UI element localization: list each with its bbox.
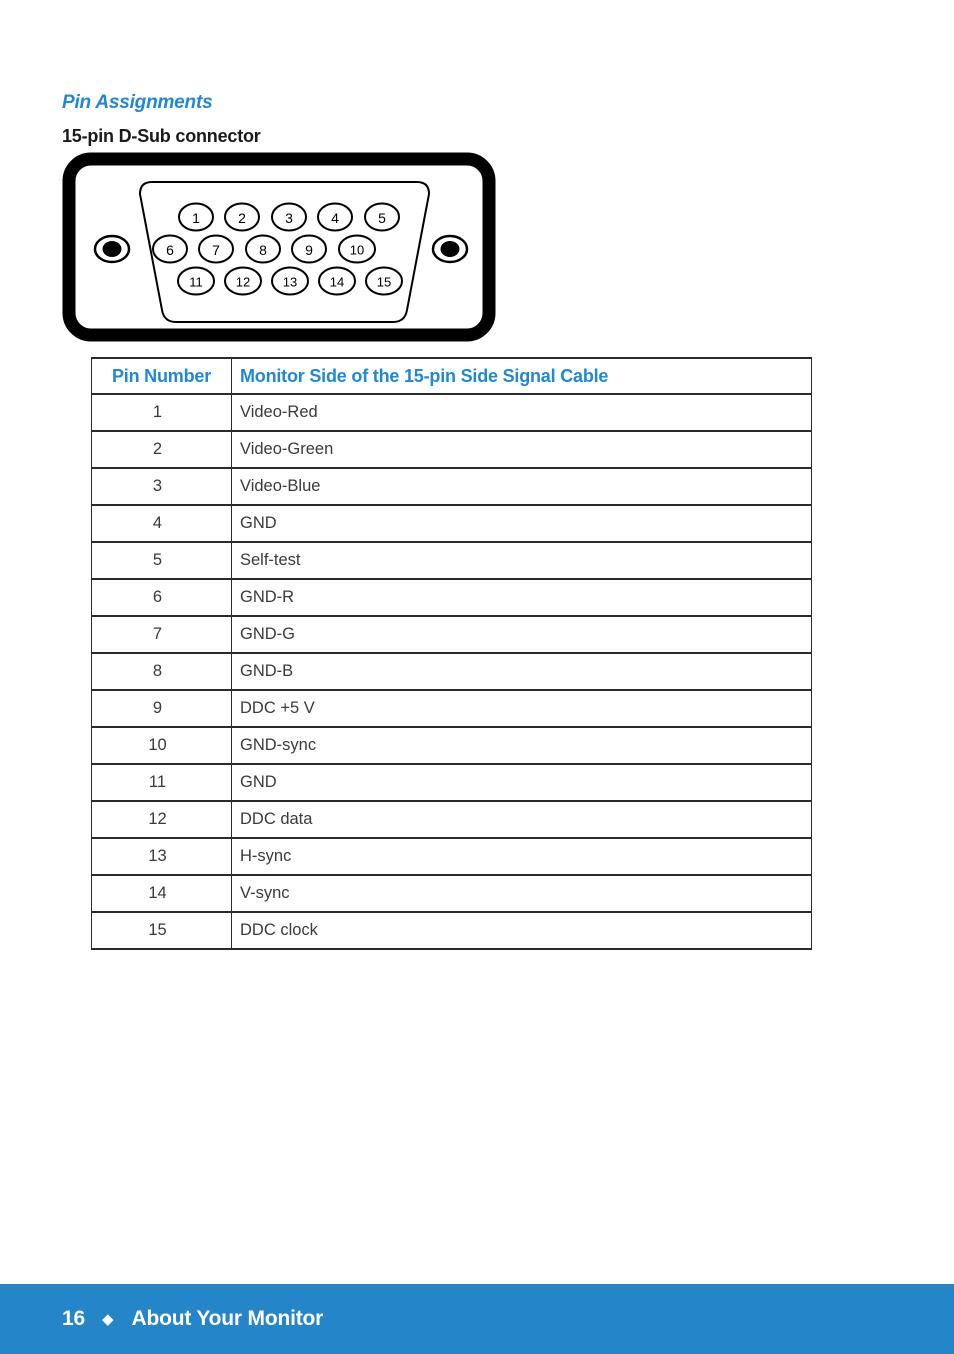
cell-signal-name: H-sync [231,837,812,876]
screw-hole-left [93,234,131,264]
table-row: 3 Video-Blue [91,467,812,506]
pin-14-label: 14 [330,275,344,290]
cell-signal-name: DDC data [231,800,812,839]
diamond-icon: ◆ [101,1310,114,1328]
dsub-connector-diagram: 1 2 3 4 5 6 7 8 9 10 11 12 13 14 15 [62,152,502,342]
cell-pin-number: 1 [91,393,232,432]
table-row: 2 Video-Green [91,430,812,469]
pin-15-label: 15 [377,275,391,290]
cell-pin-number: 3 [91,467,232,506]
pin-6-label: 6 [166,242,174,258]
cell-signal-name: DDC clock [231,911,812,950]
cell-pin-number: 13 [91,837,232,876]
pin-9-label: 9 [305,242,313,258]
table-row: 10 GND-sync [91,726,812,765]
table-row: 11 GND [91,763,812,802]
table-row: 14 V-sync [91,874,812,913]
pin-7-label: 7 [212,242,220,258]
pin-10-label: 10 [350,243,364,258]
cell-pin-number: 7 [91,615,232,654]
pin-4-label: 4 [331,210,339,226]
table-row: 7 GND-G [91,615,812,654]
pin-9: 9 [291,234,327,264]
footer-page-number: 16 [62,1307,85,1330]
cell-signal-name: GND-R [231,578,812,617]
pin-5-label: 5 [378,210,386,226]
pin-15: 15 [365,266,403,296]
cell-signal-name: GND [231,763,812,802]
table-row: 6 GND-R [91,578,812,617]
pin-13-label: 13 [283,275,297,290]
table-row: 15 DDC clock [91,911,812,950]
pin-12: 12 [224,266,262,296]
pin-8-label: 8 [259,242,267,258]
footer-section-title: About Your Monitor [131,1307,324,1330]
cell-pin-number: 6 [91,578,232,617]
pin-2-label: 2 [238,210,246,226]
cell-pin-number: 14 [91,874,232,913]
cell-signal-name: Self-test [231,541,812,580]
cell-signal-name: Video-Green [231,430,812,469]
table-header-row: Pin Number Monitor Side of the 15-pin Si… [91,357,812,395]
pin-7: 7 [198,234,234,264]
table-row: 8 GND-B [91,652,812,691]
cell-pin-number: 2 [91,430,232,469]
column-header-signal: Monitor Side of the 15-pin Side Signal C… [231,357,812,395]
cell-signal-name: GND-G [231,615,812,654]
pin-14: 14 [318,266,356,296]
cell-pin-number: 8 [91,652,232,691]
column-header-pin-number: Pin Number [91,357,232,395]
cell-pin-number: 9 [91,689,232,728]
cell-signal-name: GND-sync [231,726,812,765]
table-row: 9 DDC +5 V [91,689,812,728]
screw-hole-right [431,234,469,264]
cell-signal-name: Video-Blue [231,467,812,506]
cell-signal-name: GND [231,504,812,543]
table-row: 12 DDC data [91,800,812,839]
cell-pin-number: 12 [91,800,232,839]
pin-13: 13 [271,266,309,296]
page-footer: 16 ◆ About Your Monitor [0,1284,954,1354]
cell-signal-name: Video-Red [231,393,812,432]
cell-pin-number: 10 [91,726,232,765]
table-row: 4 GND [91,504,812,543]
page-title: Pin Assignments [62,92,213,113]
pin-3: 3 [271,202,307,232]
table-row: 1 Video-Red [91,393,812,432]
cell-pin-number: 11 [91,763,232,802]
pin-4: 4 [317,202,353,232]
pin-8: 8 [245,234,281,264]
pin-2: 2 [224,202,260,232]
pin-10: 10 [338,234,376,264]
pin-11: 11 [177,266,215,296]
cell-signal-name: GND-B [231,652,812,691]
cell-pin-number: 4 [91,504,232,543]
cell-signal-name: DDC +5 V [231,689,812,728]
pin-12-label: 12 [236,275,250,290]
pin-11-label: 11 [189,275,203,290]
cell-signal-name: V-sync [231,874,812,913]
table-body: 1 Video-Red 2 Video-Green 3 Video-Blue 4 GND 5 Se… [91,393,812,950]
cell-pin-number: 5 [91,541,232,580]
pin-assignment-table: Pin Number Monitor Side of the 15-pin Si… [91,357,812,950]
connector-subheading: 15-pin D-Sub connector [62,126,261,146]
pin-assignment-table-container: Pin Number Monitor Side of the 15-pin Si… [91,357,812,950]
pin-1: 1 [178,202,214,232]
cell-pin-number: 15 [91,911,232,950]
pin-3-label: 3 [285,210,293,226]
table-row: 5 Self-test [91,541,812,580]
pin-5: 5 [364,202,400,232]
pin-6: 6 [152,234,188,264]
pin-1-label: 1 [192,210,200,226]
table-row: 13 H-sync [91,837,812,876]
